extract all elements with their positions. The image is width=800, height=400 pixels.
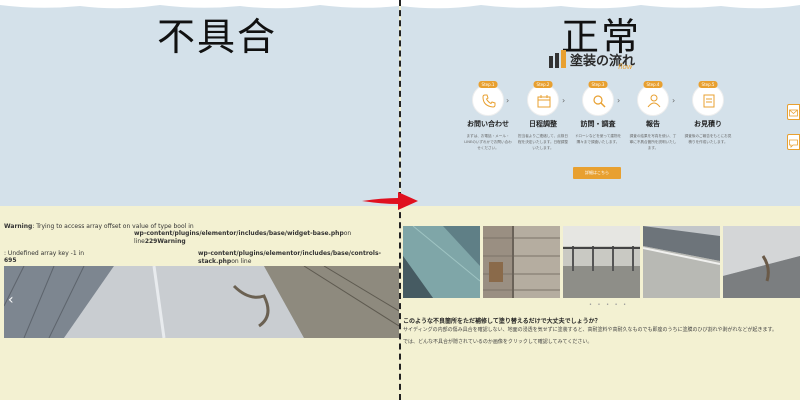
tile-wall-photo-image bbox=[483, 226, 560, 298]
step-title: 日程調整 bbox=[529, 120, 557, 128]
question-paragraph: では、どんな不具合が隠されているのか画像をクリックして確認してみてください。 bbox=[403, 339, 593, 345]
step-title: 訪問・調査 bbox=[580, 120, 616, 128]
mail-icon bbox=[789, 109, 798, 117]
slider-photo[interactable] bbox=[483, 226, 560, 298]
left-panel-broken: 不具合 Warning: Trying to access array offs… bbox=[0, 0, 399, 400]
step-title: お見積り bbox=[694, 120, 722, 128]
paint-roller-icon bbox=[549, 50, 566, 68]
broken-label: 不具合 bbox=[157, 15, 278, 59]
soffit-photo-image bbox=[723, 226, 800, 298]
chat-icon bbox=[789, 139, 798, 148]
step-arrow-icon: › bbox=[562, 96, 566, 105]
calendar-icon bbox=[537, 95, 551, 108]
slider-photo[interactable]: ‹ bbox=[4, 266, 399, 338]
comparison-arrow-icon bbox=[362, 192, 418, 210]
step-estimate: Step.5 お見積り 調査後のご報告をもとにお見積りを作成いたします。 bbox=[683, 81, 733, 145]
details-button[interactable]: 詳細はこちら bbox=[573, 167, 621, 179]
question-body: サイディングの内部の傷み具合を確認しない、地面の浸透を気せずに塗装すると、高耐塗… bbox=[403, 326, 798, 347]
slider-photo[interactable] bbox=[643, 226, 720, 298]
slider-prev-button[interactable]: ‹ bbox=[8, 292, 14, 308]
step-description: ドローンなどを使って建物を隅々まで調査いたします。 bbox=[574, 134, 622, 144]
step-badge: Step.4 bbox=[643, 81, 663, 88]
right-panel-normal: 正常 塗装の流れ flow Step.1 お問い合わせ まずは、お電話・メール・… bbox=[401, 0, 800, 400]
step-arrow-icon: › bbox=[506, 96, 510, 105]
photo-slider bbox=[403, 226, 800, 298]
step-description: 担当者よりご連絡して、点検日程を決定いたします。日程調整いたします。 bbox=[518, 134, 568, 150]
phone-icon bbox=[482, 94, 496, 108]
question-paragraph: サイディングの内部の傷み具合を確認しない、地面の浸透を気せずに塗装すると、高耐塗… bbox=[403, 327, 777, 333]
step-arrow-icon: › bbox=[617, 96, 621, 105]
question-heading: このような不良箇所をただ補修して塗り替えるだけで大丈夫でしょうか？ bbox=[403, 318, 601, 325]
siding-photo-image bbox=[403, 226, 480, 298]
step-badge: Step.5 bbox=[698, 81, 718, 88]
step-badge: Step.1 bbox=[478, 81, 498, 88]
step-description: まずは、お電話・メール・LINEのいずれかでお問い合わせください。 bbox=[464, 134, 512, 150]
slider-photo[interactable] bbox=[563, 226, 640, 298]
slider-pagination-dots[interactable]: • • • • • bbox=[589, 302, 628, 308]
person-icon bbox=[647, 94, 661, 108]
step-description: 調査の結果を写真を使い、丁寧に不具合箇所を説明いたします。 bbox=[629, 134, 677, 150]
slider-photo[interactable] bbox=[723, 226, 800, 298]
step-badge: Step.2 bbox=[533, 81, 553, 88]
php-warning-line: 695 bbox=[4, 257, 17, 264]
php-warning-path-1: wp-content/plugins/elementor/includes/ba… bbox=[134, 230, 352, 245]
side-tab-line[interactable] bbox=[787, 134, 800, 150]
balcony-photo-image bbox=[563, 226, 640, 298]
side-tab-mail[interactable] bbox=[787, 104, 800, 120]
step-arrow-icon: › bbox=[672, 96, 676, 105]
logo-subtitle: flow bbox=[618, 63, 633, 71]
php-warning-path-2: wp-content/plugins/elementor/includes/ba… bbox=[198, 250, 382, 265]
document-icon bbox=[703, 94, 715, 108]
step-description: 調査後のご報告をもとにお見積りを作成いたします。 bbox=[684, 134, 732, 144]
step-contact: Step.1 お問い合わせ まずは、お電話・メール・LINEのいずれかでお問い合… bbox=[463, 81, 513, 151]
step-title: 報告 bbox=[646, 120, 660, 128]
eaves-photo-image bbox=[643, 226, 720, 298]
slider-photo[interactable] bbox=[403, 226, 480, 298]
step-schedule: Step.2 日程調整 担当者よりご連絡して、点検日程を決定いたします。日程調整… bbox=[518, 81, 568, 151]
flow-logo: 塗装の流れ flow bbox=[548, 46, 658, 76]
step-visit: Step.3 訪問・調査 ドローンなどを使って建物を隅々まで調査いたします。 bbox=[573, 81, 623, 145]
search-icon bbox=[593, 95, 606, 108]
step-badge: Step.3 bbox=[588, 81, 608, 88]
wall-photo-image bbox=[4, 266, 399, 338]
step-report: Step.4 報告 調査の結果を写真を使い、丁寧に不具合箇所を説明いたします。 bbox=[628, 81, 678, 151]
step-title: お問い合わせ bbox=[467, 120, 509, 128]
